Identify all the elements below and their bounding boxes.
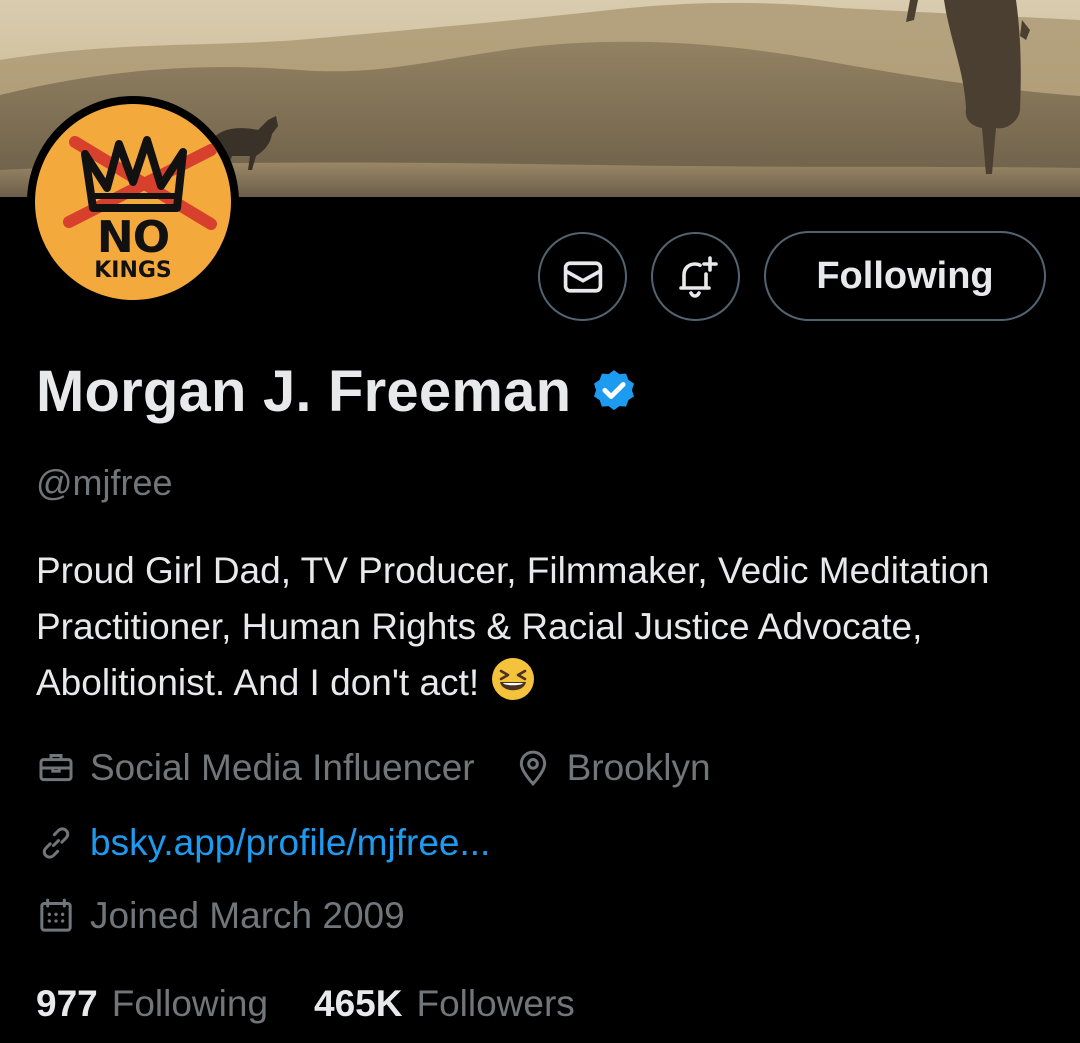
avatar-line2: KINGS [94, 258, 172, 283]
follow-stats: 977 Following 465K Followers [36, 983, 575, 1025]
profession: Social Media Influencer [90, 747, 475, 788]
website-link[interactable]: bsky.app/profile/mjfree... [90, 822, 490, 864]
profile-page: NO KINGS Following Morgan J. Freeman @mj… [0, 0, 1080, 1043]
user-handle: @mjfree [36, 462, 173, 503]
avatar[interactable]: NO KINGS [27, 96, 239, 308]
display-name: Morgan J. Freeman [36, 359, 572, 424]
message-button[interactable] [538, 232, 627, 321]
no-kings-logo: NO KINGS [35, 104, 231, 300]
website-row: bsky.app/profile/mjfree... [36, 822, 490, 864]
following-stat[interactable]: 977 Following [36, 983, 268, 1025]
briefcase-icon [36, 748, 76, 788]
following-button[interactable]: Following [764, 231, 1046, 321]
location: Brooklyn [566, 747, 711, 788]
link-icon [36, 823, 76, 863]
name-row: Morgan J. Freeman [36, 358, 639, 425]
following-count: 977 [36, 983, 98, 1024]
bell-plus-icon [678, 255, 718, 298]
calendar-icon [36, 896, 76, 936]
mail-icon [563, 260, 602, 293]
verified-badge-icon[interactable] [589, 367, 639, 417]
followers-label: Followers [416, 983, 575, 1024]
grinning-squinting-face-emoji [492, 658, 535, 700]
notifications-button[interactable] [651, 232, 740, 321]
join-date: Joined March 2009 [90, 895, 405, 936]
followers-count: 465K [314, 983, 403, 1024]
joined-row: Joined March 2009 [36, 895, 405, 937]
bio: Proud Girl Dad, TV Producer, Filmmaker, … [36, 543, 1046, 711]
followers-stat[interactable]: 465K Followers [314, 983, 575, 1025]
following-label: Following [111, 983, 269, 1024]
profile-meta-row: Social Media Influencer Brooklyn [36, 747, 711, 789]
avatar-line1: NO [96, 212, 170, 263]
location-icon [513, 748, 553, 788]
